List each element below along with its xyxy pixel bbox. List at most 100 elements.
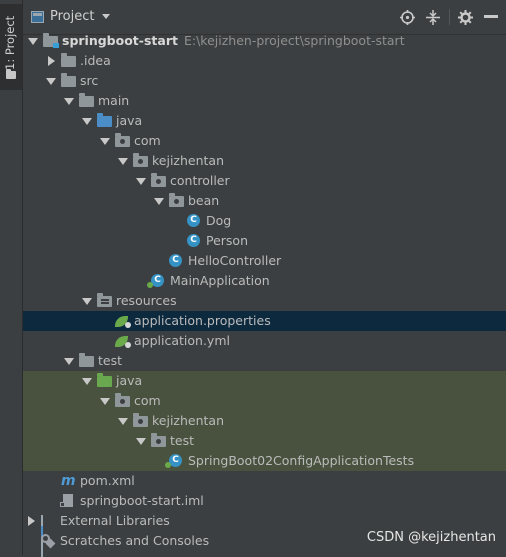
expand-arrow-down-icon[interactable] [135,171,147,191]
expand-arrow-down-icon[interactable] [99,391,111,411]
source-folder-icon [97,113,112,128]
iml-file-icon [60,494,75,508]
tree-item[interactable]: java [23,371,506,391]
tree-item[interactable]: main [23,91,506,111]
tree-item[interactable]: java [23,111,506,131]
tree-item-label: Person [206,233,249,248]
maven-icon: m [61,473,76,489]
tree-item[interactable]: C SpringBoot02ConfigApplicationTests [23,451,506,471]
spring-config-icon [115,314,131,328]
folder-icon [6,69,16,79]
expand-arrow-down-icon[interactable] [81,111,93,131]
tree-item-label: kejizhentan [152,153,225,168]
tree-item[interactable]: C Dog [23,211,506,231]
tree-item[interactable]: com [23,131,506,151]
tree-item-label: Dog [206,213,232,228]
tree-item[interactable]: C Person [23,231,506,251]
package-icon [115,133,130,148]
tree-item-label: src [80,73,99,88]
project-tree: springboot-start E:\kejizhen-project\spri… [23,31,506,557]
tree-item-label: pom.xml [80,473,135,488]
tree-item[interactable]: com [23,391,506,411]
header-divider [449,9,450,25]
folder-icon [79,353,94,368]
tree-item-label: application.yml [134,333,230,348]
scratches-icon [41,534,55,548]
tree-item-label: controller [170,173,230,188]
expand-arrow-down-icon[interactable] [117,151,129,171]
tree-item[interactable]: m pom.xml [23,471,506,491]
panel-title: Project [50,9,95,24]
tree-item-label: MainApplication [170,273,270,288]
tree-item[interactable]: controller [23,171,506,191]
expand-arrow-down-icon[interactable] [63,91,75,111]
tree-item-label: springboot-start.iml [80,493,204,508]
chevron-down-icon [102,14,111,19]
tree-item-label: java [116,373,143,388]
tree-item[interactable]: test [23,431,506,451]
tree-item-label: .idea [80,53,111,68]
test-folder-icon [97,373,112,388]
locate-icon[interactable] [398,8,416,26]
project-panel-header: Project [23,0,506,35]
tree-item[interactable]: kejizhentan [23,151,506,171]
gear-icon[interactable] [456,8,474,26]
tree-item[interactable]: application.properties [23,311,506,331]
expand-arrow-down-icon[interactable] [99,131,111,151]
package-icon [151,173,166,188]
expand-arrow-down-icon[interactable] [27,31,39,51]
expand-arrow-down-icon[interactable] [45,71,57,91]
project-tool-tab[interactable]: 1: Project [0,4,22,90]
tree-item[interactable]: bean [23,191,506,211]
tree-item-label: SpringBoot02ConfigApplicationTests [188,453,415,468]
tree-item[interactable]: C HelloController [23,251,506,271]
tree-item[interactable]: springboot-start.iml [23,491,506,511]
expand-arrow-down-icon[interactable] [135,431,147,451]
tree-item-label: springboot-start [62,33,178,48]
tree-item-label: com [134,393,161,408]
tree-item[interactable]: springboot-start E:\kejizhen-project\spri… [23,31,506,51]
tree-item-label: java [116,113,143,128]
tree-item-label: resources [116,293,177,308]
expand-arrow-down-icon[interactable] [63,351,75,371]
package-icon [169,193,184,208]
hide-panel-icon[interactable] [482,8,500,26]
tree-item-label: test [98,353,123,368]
project-view-icon [31,10,44,23]
tree-item[interactable]: test [23,351,506,371]
tree-item-label: test [170,433,195,448]
tree-item-label: com [134,133,161,148]
tree-item[interactable]: .idea [23,51,506,71]
class-icon: C [187,234,201,248]
expand-arrow-down-icon[interactable] [153,191,165,211]
tree-item[interactable]: resources [23,291,506,311]
libraries-icon [41,514,55,557]
expand-arrow-right-icon[interactable] [45,51,57,71]
tool-window-strip: 1: Project [0,0,23,555]
spring-class-icon: C [165,454,183,468]
module-path: E:\kejizhen-project\springboot-start [183,33,405,48]
view-selector-dropdown[interactable]: Project [31,9,111,24]
package-icon [115,393,130,408]
tree-item[interactable]: application.yml [23,331,506,351]
class-icon: C [187,214,201,228]
tree-item[interactable]: src [23,71,506,91]
tree-item[interactable]: C MainApplication [23,271,506,291]
folder-icon [61,53,76,68]
module-folder-icon [43,33,59,48]
watermark: CSDN @kejizhentan [366,530,496,545]
tree-item-label: External Libraries [60,513,170,528]
tree-item[interactable]: External Libraries [23,511,506,557]
resources-folder-icon [97,293,112,308]
expand-arrow-down-icon[interactable] [117,411,129,431]
expand-arrow-down-icon[interactable] [81,291,93,311]
collapse-all-icon[interactable] [424,8,442,26]
spring-config-icon [115,334,131,348]
tree-item-label: bean [188,193,220,208]
package-icon [151,433,166,448]
expand-arrow-right-icon[interactable] [25,511,37,531]
expand-arrow-down-icon[interactable] [81,371,93,391]
spring-class-icon: C [147,274,165,288]
tree-item[interactable]: kejizhentan [23,411,506,431]
tree-item-label: main [98,93,130,108]
